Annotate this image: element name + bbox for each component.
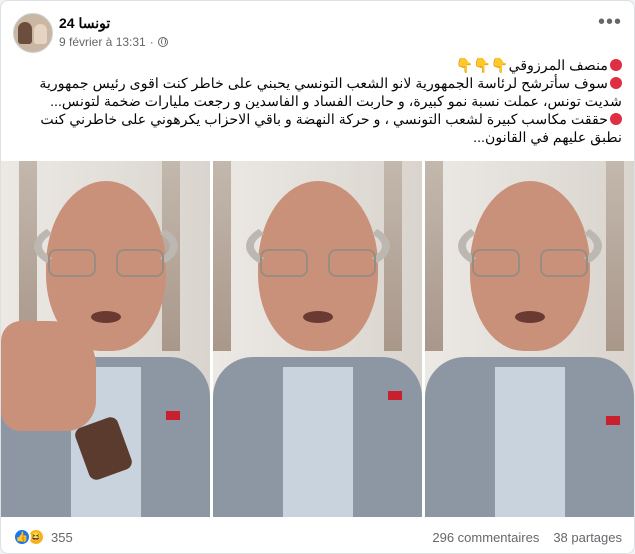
photo-frame-2[interactable]: [213, 161, 422, 517]
meta-separator: ·: [149, 35, 154, 49]
photo-frame-1[interactable]: [1, 161, 210, 517]
post-meta: 9 février à 13:31 ·: [59, 35, 168, 49]
post-timestamp[interactable]: 9 février à 13:31: [59, 35, 146, 49]
avatar-person-right: [34, 24, 47, 44]
mouth: [90, 311, 121, 323]
photo-frame-3[interactable]: [425, 161, 634, 517]
reaction-count: 355: [51, 529, 73, 545]
page-avatar[interactable]: [13, 13, 53, 53]
comments-count-link[interactable]: 296 commentaires: [432, 530, 539, 545]
post-card: تونسا 24 9 février à 13:31 · ••• منصف ال…: [0, 0, 635, 554]
post-line-1-text: منصف المرزوقي👇👇👇: [455, 58, 608, 74]
shirt: [282, 367, 353, 517]
red-circle-icon: [610, 113, 622, 125]
bookshelf: [606, 161, 624, 351]
reactions-summary[interactable]: 👍 😆 355: [13, 528, 73, 546]
post-text: منصف المرزوقي👇👇👇 سوف سأترشح لرئاسة الجمه…: [13, 57, 622, 147]
bookshelf: [213, 161, 231, 351]
post-footer: 👍 😆 355 296 commentaires 38 partages: [13, 526, 622, 552]
globe-icon: [157, 37, 168, 47]
post-line-2: سوف سأترشح لرئاسة الجمهورية لانو الشعب ا…: [13, 75, 622, 111]
mouth: [514, 311, 545, 323]
raised-fist: [1, 321, 96, 431]
shirt: [494, 367, 565, 517]
post-photo-collage[interactable]: [1, 161, 634, 517]
red-circle-icon: [610, 77, 622, 89]
avatar-person-left: [18, 22, 32, 44]
more-options-icon[interactable]: •••: [598, 12, 622, 32]
like-reaction-icon: 👍: [13, 528, 31, 546]
post-line-3-text: حققت مكاسب كبيرة لشعب التونسي ، و حركة ا…: [40, 112, 622, 146]
mouth: [302, 311, 333, 323]
shares-count-link[interactable]: 38 partages: [553, 530, 622, 545]
bookshelf: [384, 161, 402, 351]
page-name-link[interactable]: تونسا 24: [59, 15, 110, 32]
flag-pin: [606, 416, 620, 425]
glasses: [471, 249, 588, 279]
flag-pin: [388, 391, 402, 400]
bookshelf: [425, 161, 443, 351]
flag-pin: [166, 411, 180, 420]
post-line-2-text: سوف سأترشح لرئاسة الجمهورية لانو الشعب ا…: [39, 76, 622, 110]
post-line-1: منصف المرزوقي👇👇👇: [13, 57, 622, 75]
glasses: [47, 249, 164, 279]
post-line-3: حققت مكاسب كبيرة لشعب التونسي ، و حركة ا…: [13, 111, 622, 147]
red-circle-icon: [610, 59, 622, 71]
glasses: [259, 249, 376, 279]
engagement-stats: 296 commentaires 38 partages: [432, 530, 622, 545]
post-header: تونسا 24 9 février à 13:31 · •••: [13, 12, 622, 53]
